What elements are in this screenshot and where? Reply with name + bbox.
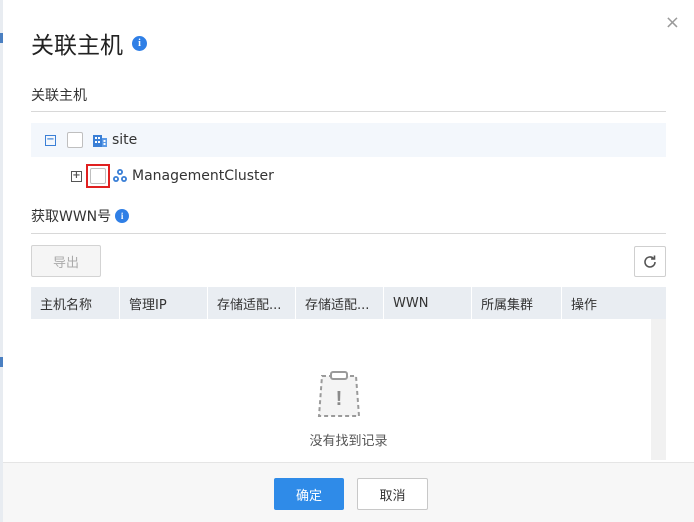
associate-host-dialog: 关联主机 i × 关联主机 − site + ManagementCluster… xyxy=(3,0,694,522)
management-cluster-checkbox[interactable] xyxy=(90,168,106,184)
divider xyxy=(31,111,666,112)
empty-clipboard-icon: ! xyxy=(317,371,361,417)
dialog-title-text: 关联主机 xyxy=(31,33,123,59)
info-icon[interactable]: i xyxy=(115,209,130,223)
confirm-button[interactable]: 确定 xyxy=(274,478,344,510)
table-header: 主机名称 管理IP 存储适配... 存储适配... WWN 所属集群 操作 xyxy=(31,287,666,319)
section-label-text: 关联主机 xyxy=(31,88,87,104)
checkbox-highlight xyxy=(86,164,110,188)
tree-row-site[interactable]: − site xyxy=(31,123,666,157)
column-header-management-ip[interactable]: 管理IP xyxy=(120,287,208,319)
collapse-icon[interactable]: − xyxy=(45,134,56,146)
export-button[interactable]: 导出 xyxy=(31,245,101,277)
column-header-storage-adapter-1[interactable]: 存储适配... xyxy=(208,287,296,319)
empty-icon-glyph: ! xyxy=(336,388,343,410)
divider xyxy=(31,233,666,234)
cluster-icon xyxy=(113,169,127,182)
tree-row-management-cluster[interactable]: + ManagementCluster xyxy=(31,159,666,193)
column-header-host-name[interactable]: 主机名称 xyxy=(31,287,120,319)
column-header-wwn[interactable]: WWN xyxy=(384,287,472,319)
site-checkbox[interactable] xyxy=(67,132,83,148)
section-label-get-wwn: 获取WWN号 i xyxy=(31,206,130,226)
section-label-text: 获取WWN号 xyxy=(31,209,112,225)
empty-state-text: 没有找到记录 xyxy=(309,434,388,449)
tree-label-management-cluster[interactable]: ManagementCluster xyxy=(132,168,274,184)
section-label-associate-host: 关联主机 xyxy=(31,85,87,105)
column-header-cluster[interactable]: 所属集群 xyxy=(472,287,562,319)
dialog-title: 关联主机 i xyxy=(31,26,147,60)
site-building-icon xyxy=(93,135,107,147)
refresh-button[interactable] xyxy=(634,246,666,277)
column-header-storage-adapter-2[interactable]: 存储适配... xyxy=(296,287,384,319)
close-button[interactable]: × xyxy=(665,14,680,32)
dialog-footer: 确定 取消 xyxy=(3,462,694,522)
column-header-operation[interactable]: 操作 xyxy=(562,287,666,319)
cancel-button[interactable]: 取消 xyxy=(357,478,428,510)
tree-label-site[interactable]: site xyxy=(112,132,137,148)
info-icon[interactable]: i xyxy=(132,35,147,51)
expand-icon[interactable]: + xyxy=(71,170,82,182)
refresh-icon xyxy=(644,255,656,268)
